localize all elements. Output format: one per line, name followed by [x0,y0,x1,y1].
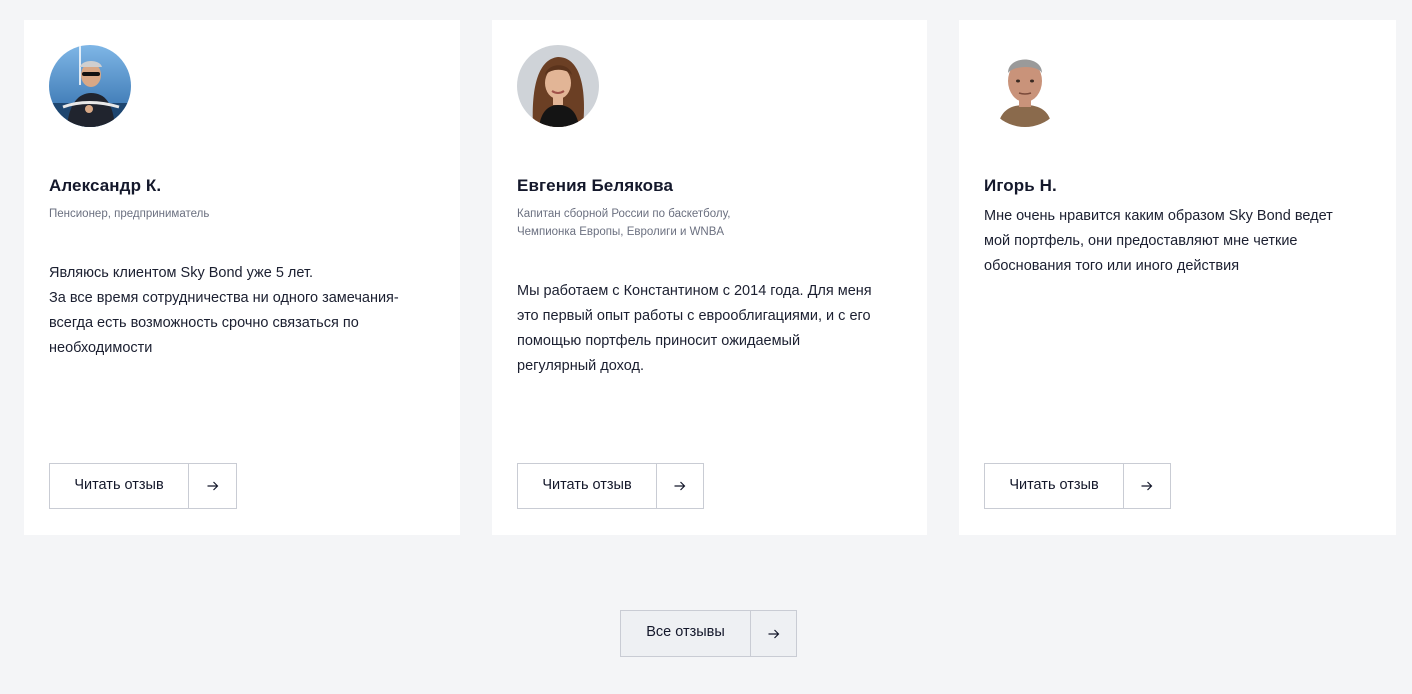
avatar [517,45,599,127]
arrow-right-icon [189,464,236,508]
review-card: Игорь Н. Мне очень нравится каким образо… [959,20,1396,535]
review-text-line: регулярный доход. [517,358,644,374]
all-reviews-label: Все отзывы [621,611,751,656]
review-card: Евгения Белякова Капитан сборной России … [492,20,927,535]
review-text-line: это первый опыт работы с еврооблигациями… [517,308,871,324]
review-text-line: необходимости [49,340,153,356]
review-text-line: За все время сотрудничества ни одного за… [49,290,399,306]
avatar [984,45,1066,127]
read-review-label: Читать отзыв [518,464,657,508]
reviewer-role-line: Чемпионка Европы, Евролиги и WNBA [517,226,725,238]
portrait-photo-man-boat-icon [49,45,131,127]
reviewer-name: Евгения Белякова [517,176,674,195]
read-review-button[interactable]: Читать отзыв [984,463,1171,509]
review-text: Мне очень нравится каким образом Sky Bon… [984,204,1354,279]
arrow-right-icon [657,464,703,508]
review-text-line: Являюсь клиентом Sky Bond уже 5 лет. [49,265,314,281]
read-review-button[interactable]: Читать отзыв [517,463,704,509]
review-card: Александр К. Пенсионер, предприниматель … [24,20,460,535]
review-text-line: Мы работаем с Константином с 2014 года. … [517,283,872,299]
review-text-line: мой портфель, они предоставляют мне четк… [984,233,1298,249]
portrait-photo-man-icon [984,45,1066,127]
read-review-label: Читать отзыв [50,464,189,508]
reviewer-role-line: Пенсионер, предприниматель [49,208,210,220]
all-reviews-button[interactable]: Все отзывы [620,610,797,657]
portrait-photo-woman-icon [517,45,599,127]
review-text-line: всегда есть возможность срочно связаться… [49,315,359,331]
reviews-list: Александр К. Пенсионер, предприниматель … [24,20,1396,535]
read-review-label: Читать отзыв [985,464,1124,508]
reviewer-role: Капитан сборной России по баскетболу, Че… [517,205,777,241]
reviewer-name: Игорь Н. [984,176,1057,195]
review-text: Являюсь клиентом Sky Bond уже 5 лет. За … [49,261,419,361]
avatar [49,45,131,127]
reviewer-name: Александр К. [49,176,162,195]
review-text-line: помощью портфель приносит ожидаемый [517,333,801,349]
read-review-button[interactable]: Читать отзыв [49,463,237,509]
review-text-line: Мне очень нравится каким образом Sky Bon… [984,208,1333,224]
arrow-right-icon [751,611,796,656]
reviews-section: Александр К. Пенсионер, предприниматель … [0,0,1412,694]
review-text-line: обоснования того или иного действия [984,258,1240,274]
reviewer-role-line: Капитан сборной России по баскетболу, [517,208,731,220]
review-text: Мы работаем с Константином с 2014 года. … [517,279,887,379]
arrow-right-icon [1124,464,1170,508]
reviewer-role: Пенсионер, предприниматель [49,205,309,223]
